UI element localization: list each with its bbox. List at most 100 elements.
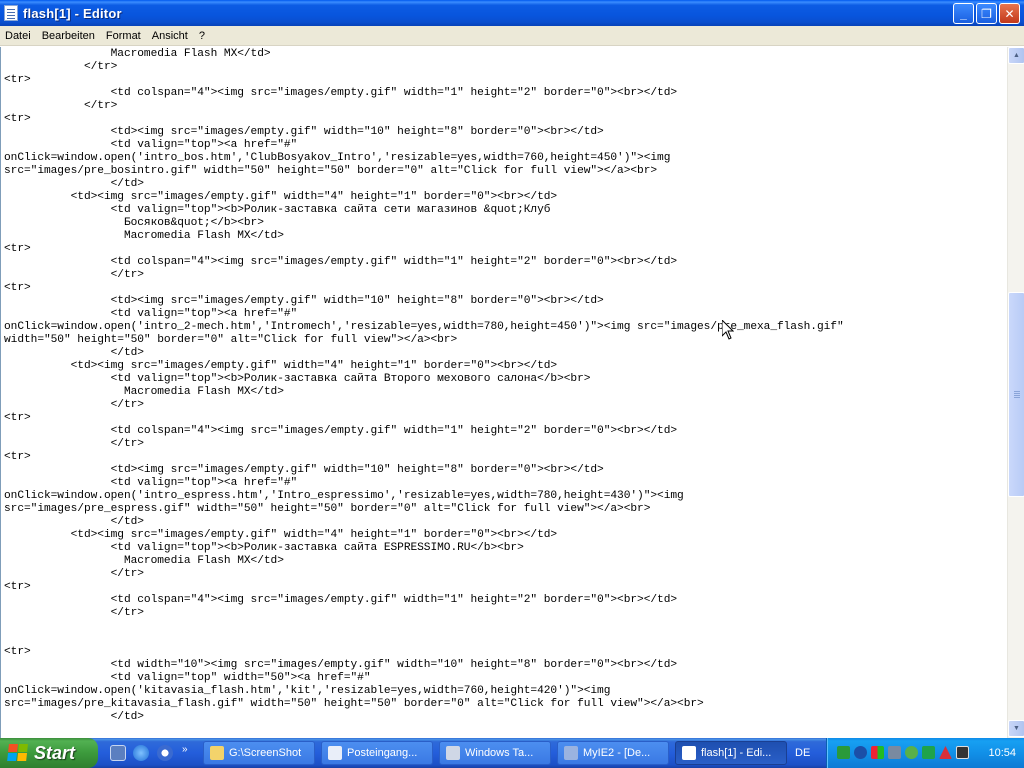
code-line: <td valign="top"><b>Ролик-заставка сайта… bbox=[4, 373, 591, 385]
close-button[interactable]: ✕ bbox=[999, 3, 1020, 24]
title-bar[interactable]: flash[1] - Editor _ ❐ ✕ bbox=[0, 0, 1024, 26]
quick-launch-media-icon[interactable] bbox=[157, 745, 173, 761]
code-line: </tr> bbox=[4, 269, 144, 281]
code-line: <td><img src="images/empty.gif" width="4… bbox=[4, 360, 558, 372]
code-line: <td width="10"><img src="images/empty.gi… bbox=[4, 659, 678, 671]
tray-alert-icon[interactable] bbox=[939, 746, 952, 759]
system-tray: 10:54 bbox=[826, 738, 1024, 768]
code-line: <td valign="top"><b>Ролик-заставка сайта… bbox=[4, 542, 524, 554]
code-line: <td valign="top"><b>Ролик-заставка сайта… bbox=[4, 204, 551, 216]
task-screenshot-folder[interactable]: G:\ScreenShot bbox=[203, 741, 315, 765]
code-line: </tr> bbox=[4, 607, 144, 619]
code-line: src="images/pre_bosintro.gif" width="50"… bbox=[4, 165, 658, 177]
code-line: <td colspan="4"><img src="images/empty.g… bbox=[4, 594, 678, 606]
code-line: Macromedia Flash MX</td> bbox=[4, 555, 284, 567]
menu-format[interactable]: Format bbox=[101, 30, 147, 42]
task-windows-task-manager[interactable]: Windows Ta... bbox=[439, 741, 551, 765]
code-line: <tr> bbox=[4, 282, 31, 294]
task-editor[interactable]: flash[1] - Edi... bbox=[675, 741, 787, 765]
code-line: <td valign="top"><a href="#" bbox=[4, 477, 298, 489]
code-line: <tr> bbox=[4, 74, 31, 86]
code-line: </tr> bbox=[4, 399, 144, 411]
start-button[interactable]: Start bbox=[0, 738, 98, 768]
notepad-icon bbox=[4, 5, 18, 21]
code-line: </td> bbox=[4, 711, 144, 723]
tray-app-icon[interactable] bbox=[837, 746, 850, 759]
language-indicator[interactable]: DE bbox=[795, 738, 810, 768]
code-line: <td colspan="4"><img src="images/empty.g… bbox=[4, 87, 678, 99]
scroll-up-button[interactable]: ▲ bbox=[1008, 47, 1024, 64]
code-line: onClick=window.open('intro_espress.htm',… bbox=[4, 490, 684, 502]
taskbar: Start » G:\ScreenShot Posteingang... Win… bbox=[0, 738, 1024, 768]
notepad-icon bbox=[682, 746, 696, 760]
code-line: </td> bbox=[4, 178, 144, 190]
tray-printer-icon[interactable] bbox=[888, 746, 901, 759]
code-line: <tr> bbox=[4, 581, 31, 593]
code-line: width="50" height="50" border="0" alt="C… bbox=[4, 334, 458, 346]
code-line: Macromedia Flash MX</td> bbox=[4, 230, 284, 242]
code-line: </td> bbox=[4, 347, 144, 359]
code-line: <tr> bbox=[4, 243, 31, 255]
code-line: </tr> bbox=[4, 100, 118, 112]
mail-icon bbox=[328, 746, 342, 760]
code-line: <td><img src="images/empty.gif" width="1… bbox=[4, 295, 604, 307]
code-line: <tr> bbox=[4, 646, 31, 658]
menu-help[interactable]: ? bbox=[194, 30, 211, 42]
code-line: <td colspan="4"><img src="images/empty.g… bbox=[4, 256, 678, 268]
code-line: <td colspan="4"><img src="images/empty.g… bbox=[4, 425, 678, 437]
mouse-cursor-icon bbox=[722, 320, 734, 340]
tray-monitor-icon[interactable] bbox=[922, 746, 935, 759]
code-line: <tr> bbox=[4, 412, 31, 424]
code-line: src="images/pre_kitavasia_flash.gif" wid… bbox=[4, 698, 704, 710]
code-line: onClick=window.open('kitavasia_flash.htm… bbox=[4, 685, 611, 697]
scroll-thumb[interactable] bbox=[1008, 292, 1024, 497]
quick-launch-ie-icon[interactable] bbox=[133, 745, 149, 761]
tray-network-icon[interactable] bbox=[854, 746, 867, 759]
maximize-button[interactable]: ❐ bbox=[976, 3, 997, 24]
tray-volume-icon[interactable] bbox=[956, 746, 969, 759]
code-line: <tr> bbox=[4, 451, 31, 463]
task-manager-icon bbox=[446, 746, 460, 760]
code-line: </tr> bbox=[4, 438, 144, 450]
code-line: <td><img src="images/empty.gif" width="4… bbox=[4, 529, 558, 541]
code-line: onClick=window.open('intro_2-mech.htm','… bbox=[4, 321, 844, 333]
code-line: </tr> bbox=[4, 61, 118, 73]
code-line: <td><img src="images/empty.gif" width="4… bbox=[4, 191, 558, 203]
code-text[interactable]: Macromedia Flash MX</td> </tr> <tr> <td c… bbox=[1, 47, 1007, 724]
menu-ansicht[interactable]: Ansicht bbox=[147, 30, 194, 42]
clock[interactable]: 10:54 bbox=[988, 738, 1016, 768]
code-line: <td><img src="images/empty.gif" width="1… bbox=[4, 464, 604, 476]
menu-bar: Datei Bearbeiten Format Ansicht ? bbox=[0, 26, 1024, 46]
scroll-down-button[interactable]: ▼ bbox=[1008, 720, 1024, 737]
window-controls: _ ❐ ✕ bbox=[953, 3, 1020, 24]
menu-bearbeiten[interactable]: Bearbeiten bbox=[37, 30, 101, 42]
code-line: src="images/pre_espress.gif" width="50" … bbox=[4, 503, 651, 515]
windows-logo-icon bbox=[7, 744, 29, 762]
folder-icon bbox=[210, 746, 224, 760]
task-posteingang[interactable]: Posteingang... bbox=[321, 741, 433, 765]
code-line: Босяков&quot;</b><br> bbox=[4, 217, 264, 229]
code-line: <td><img src="images/empty.gif" width="1… bbox=[4, 126, 604, 138]
code-line: <tr> bbox=[4, 113, 31, 125]
code-line: Macromedia Flash MX</td> bbox=[4, 386, 284, 398]
vertical-scrollbar[interactable]: ▲ ▼ bbox=[1007, 47, 1024, 738]
text-editor-area[interactable]: Macromedia Flash MX</td> </tr> <tr> <td c… bbox=[0, 47, 1007, 738]
tray-flag-icon[interactable] bbox=[871, 746, 884, 759]
browser-icon bbox=[564, 746, 578, 760]
quick-launch-more-icon[interactable]: » bbox=[182, 744, 188, 755]
code-line: <td valign="top"><a href="#" bbox=[4, 308, 298, 320]
tray-security-icon[interactable] bbox=[905, 746, 918, 759]
code-line: <td valign="top"><a href="#" bbox=[4, 139, 298, 151]
start-label: Start bbox=[34, 742, 76, 763]
code-line: </td> bbox=[4, 516, 144, 528]
code-line: Macromedia Flash MX</td> bbox=[4, 48, 271, 60]
code-line: </tr> bbox=[4, 568, 144, 580]
menu-datei[interactable]: Datei bbox=[0, 30, 37, 42]
quick-launch-desktop-icon[interactable] bbox=[110, 745, 126, 761]
code-line: <td valign="top" width="50"><a href="#" bbox=[4, 672, 371, 684]
window-title: flash[1] - Editor bbox=[23, 5, 122, 21]
task-myie2[interactable]: MyIE2 - [De... bbox=[557, 741, 669, 765]
minimize-button[interactable]: _ bbox=[953, 3, 974, 24]
